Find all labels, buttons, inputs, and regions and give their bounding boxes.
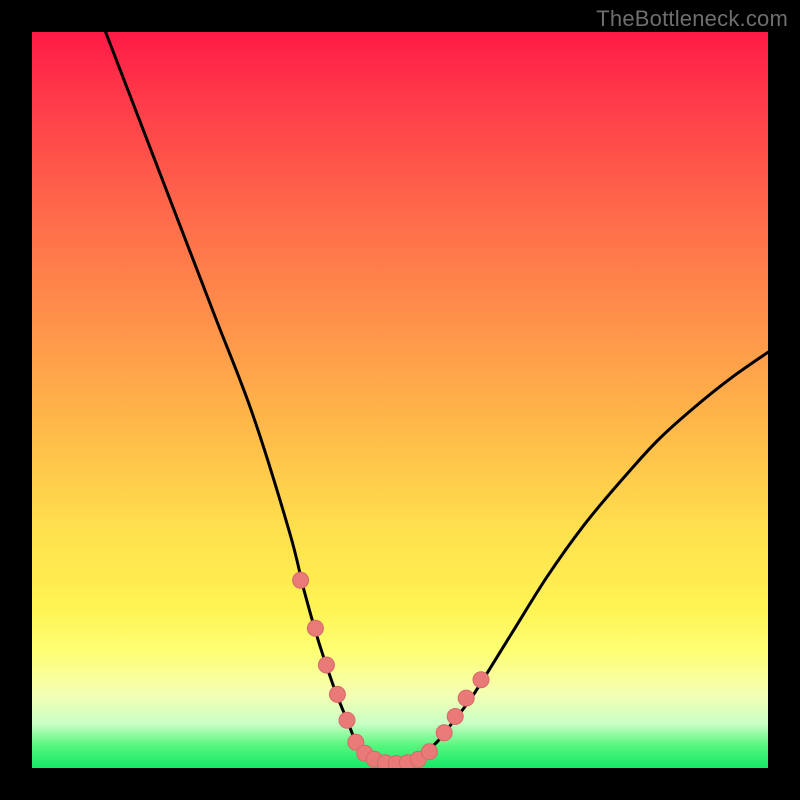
bottleneck-curve [106, 32, 768, 764]
marked-dot [307, 620, 323, 636]
marked-dot [339, 712, 355, 728]
marked-dot [458, 690, 474, 706]
marked-dot [421, 744, 437, 760]
watermark-text: TheBottleneck.com [596, 6, 788, 32]
bottleneck-chart-svg [32, 32, 768, 768]
marked-dot [329, 686, 345, 702]
marked-dot [293, 572, 309, 588]
marked-dot [473, 672, 489, 688]
marked-dots-group [293, 572, 489, 768]
plot-area [32, 32, 768, 768]
chart-frame: TheBottleneck.com [0, 0, 800, 800]
marked-dot [436, 725, 452, 741]
marked-dot [318, 657, 334, 673]
marked-dot [447, 709, 463, 725]
